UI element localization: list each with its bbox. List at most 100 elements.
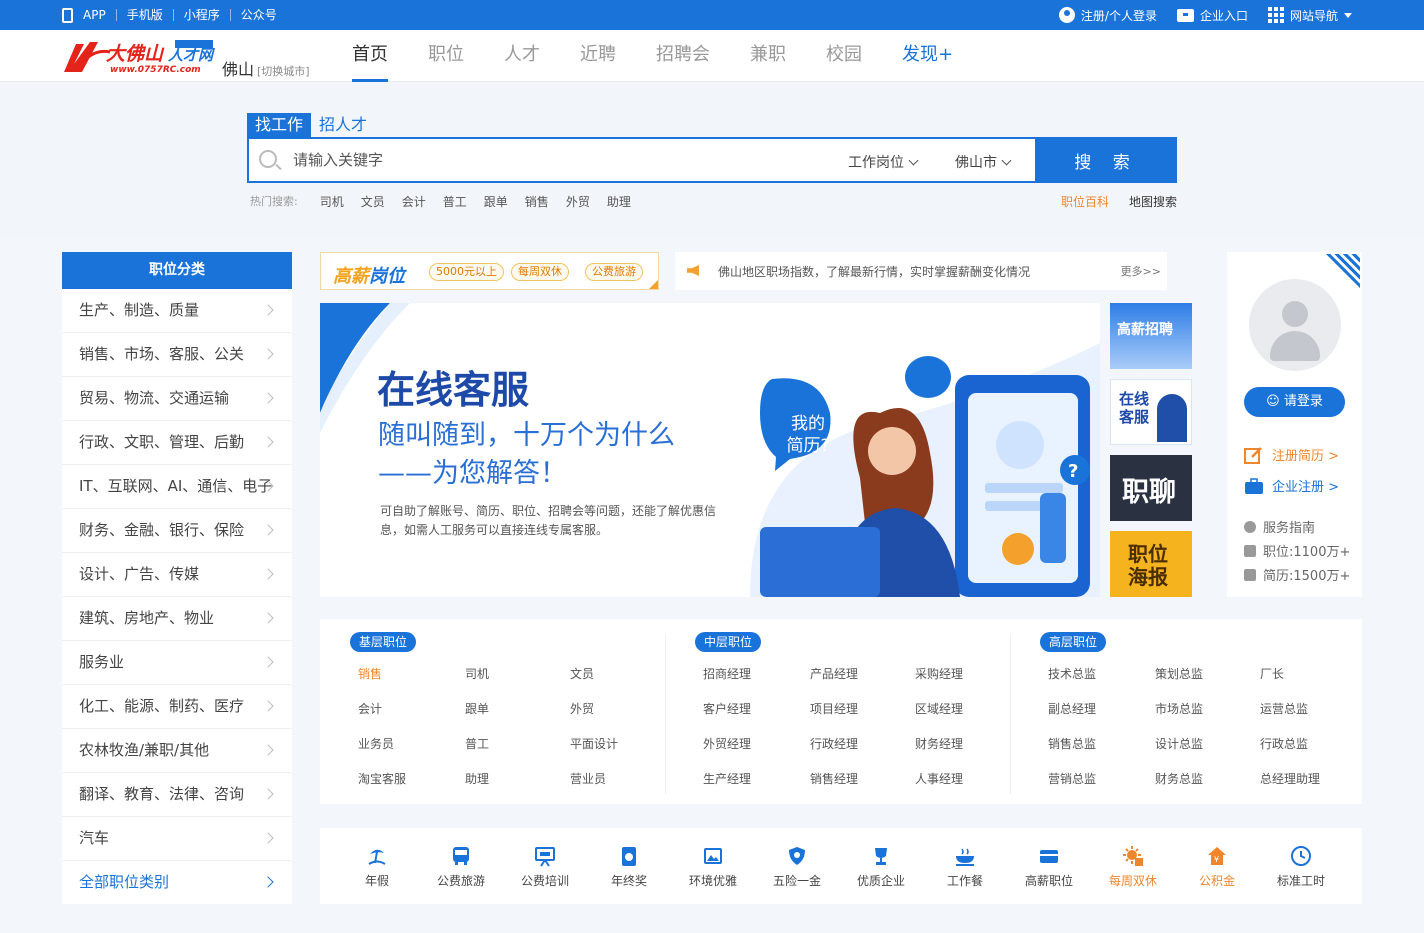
- hot-word[interactable]: 外贸: [566, 193, 590, 210]
- job-level-link[interactable]: 厂长: [1260, 665, 1284, 682]
- job-level-link[interactable]: 财务总监: [1155, 770, 1203, 787]
- category-item[interactable]: 建筑、房地产、物业: [62, 597, 292, 641]
- position-select[interactable]: 工作岗位: [848, 152, 919, 172]
- tab-find-job[interactable]: 找工作: [247, 113, 312, 137]
- category-item[interactable]: 服务业: [62, 641, 292, 685]
- hot-word[interactable]: 销售: [525, 193, 549, 210]
- hot-word[interactable]: 普工: [443, 193, 467, 210]
- job-level-link[interactable]: 文员: [570, 665, 594, 682]
- search-input[interactable]: [293, 147, 793, 173]
- category-item[interactable]: 贸易、物流、交通运输: [62, 377, 292, 421]
- job-level-link[interactable]: 外贸: [570, 700, 594, 717]
- job-level-link[interactable]: 销售经理: [810, 770, 858, 787]
- job-level-link[interactable]: 外贸经理: [703, 735, 751, 752]
- category-item[interactable]: 化工、能源、制药、医疗: [62, 685, 292, 729]
- promo-tag[interactable]: 公费旅游: [585, 263, 643, 281]
- top-link-mobile[interactable]: 手机版: [115, 9, 173, 21]
- thumb-high-salary[interactable]: 高薪招聘: [1110, 303, 1192, 369]
- hot-word[interactable]: 助理: [607, 193, 631, 210]
- job-level-link[interactable]: 助理: [465, 770, 489, 787]
- job-level-link[interactable]: 客户经理: [703, 700, 751, 717]
- thumb-job-chat[interactable]: 职聊: [1110, 455, 1192, 521]
- job-level-link[interactable]: 区域经理: [915, 700, 963, 717]
- job-level-link[interactable]: 招商经理: [703, 665, 751, 682]
- job-level-link[interactable]: 设计总监: [1155, 735, 1203, 752]
- top-link-miniprogram[interactable]: 小程序: [172, 9, 230, 21]
- job-level-link[interactable]: 销售: [358, 665, 382, 682]
- high-salary-promo[interactable]: 高薪岗位 5000元以上 每周双休 公费旅游: [320, 252, 659, 290]
- job-level-link[interactable]: 业务员: [358, 735, 394, 752]
- top-link-official-account[interactable]: 公众号: [229, 9, 287, 21]
- job-level-link[interactable]: 副总经理: [1048, 700, 1096, 717]
- job-level-link[interactable]: 营业员: [570, 770, 606, 787]
- benefit-item[interactable]: 标准工时: [1259, 828, 1343, 889]
- job-level-link[interactable]: 销售总监: [1048, 735, 1096, 752]
- nav-jobs[interactable]: 职位: [428, 30, 464, 82]
- benefit-item[interactable]: 高薪职位: [1007, 828, 1091, 889]
- notice-more-link[interactable]: 更多>>: [1121, 263, 1161, 279]
- login-button[interactable]: ☺ 请登录: [1244, 387, 1345, 417]
- job-level-link[interactable]: 技术总监: [1048, 665, 1096, 682]
- benefit-item[interactable]: 每周双休: [1091, 828, 1175, 889]
- job-encyclopedia-link[interactable]: 职位百科: [1061, 193, 1109, 210]
- job-level-link[interactable]: 普工: [465, 735, 489, 752]
- benefit-item[interactable]: ¥ 公积金: [1175, 828, 1259, 889]
- nav-discover[interactable]: 发现+: [902, 30, 953, 82]
- category-item[interactable]: 翻译、教育、法律、咨询: [62, 773, 292, 817]
- tab-find-talent[interactable]: 招人才: [311, 113, 375, 137]
- all-categories-link[interactable]: 全部职位类别: [62, 861, 292, 905]
- promo-tag[interactable]: 每周双休: [511, 263, 569, 281]
- hot-word[interactable]: 跟单: [484, 193, 508, 210]
- job-level-link[interactable]: 人事经理: [915, 770, 963, 787]
- register-resume-link[interactable]: 注册简历 >: [1244, 445, 1339, 464]
- nav-campus[interactable]: 校园: [826, 30, 862, 82]
- main-banner[interactable]: ? 在线客服 随叫随到，十万个为什么 ——为您解答！ 可自助了解账号、简历、职位…: [320, 303, 1100, 597]
- job-level-link[interactable]: 会计: [358, 700, 382, 717]
- enterprise-link[interactable]: 企业入口: [1176, 7, 1248, 24]
- nav-home[interactable]: 首页: [352, 30, 388, 82]
- category-item[interactable]: 财务、金融、银行、保险: [62, 509, 292, 553]
- service-guide-link[interactable]: 服务指南: [1244, 517, 1315, 536]
- benefit-item[interactable]: 年终奖: [587, 828, 671, 889]
- job-level-link[interactable]: 市场总监: [1155, 700, 1203, 717]
- nav-job-fair[interactable]: 招聘会: [656, 30, 710, 82]
- category-item[interactable]: 汽车: [62, 817, 292, 861]
- job-level-link[interactable]: 平面设计: [570, 735, 618, 752]
- login-link[interactable]: 注册/个人登录: [1058, 7, 1157, 24]
- benefit-item[interactable]: 环境优雅: [671, 828, 755, 889]
- search-button[interactable]: 搜 索: [1035, 137, 1177, 183]
- qr-code-icon[interactable]: [1326, 254, 1360, 288]
- nav-recent[interactable]: 近聘: [580, 30, 616, 82]
- hot-word[interactable]: 司机: [320, 193, 344, 210]
- nav-talent[interactable]: 人才: [504, 30, 540, 82]
- benefit-item[interactable]: 优质企业: [839, 828, 923, 889]
- benefit-item[interactable]: 五险一金: [755, 828, 839, 889]
- job-level-link[interactable]: 总经理助理: [1260, 770, 1320, 787]
- job-level-link[interactable]: 产品经理: [810, 665, 858, 682]
- hot-word[interactable]: 文员: [361, 193, 385, 210]
- job-level-link[interactable]: 运营总监: [1260, 700, 1308, 717]
- city-select[interactable]: 佛山市: [955, 152, 1012, 172]
- job-level-link[interactable]: 跟单: [465, 700, 489, 717]
- category-item[interactable]: 销售、市场、客服、公关: [62, 333, 292, 377]
- benefit-item[interactable]: 工作餐: [923, 828, 1007, 889]
- category-item[interactable]: 生产、制造、质量: [62, 289, 292, 333]
- nav-part-time[interactable]: 兼职: [750, 30, 786, 82]
- map-search-link[interactable]: 地图搜索: [1129, 193, 1177, 210]
- job-level-link[interactable]: 生产经理: [703, 770, 751, 787]
- benefit-item[interactable]: 年假: [335, 828, 419, 889]
- site-nav-dropdown[interactable]: 网站导航: [1267, 7, 1352, 24]
- job-level-link[interactable]: 淘宝客服: [358, 770, 406, 787]
- category-item[interactable]: 农林牧渔/兼职/其他: [62, 729, 292, 773]
- job-level-link[interactable]: 行政经理: [810, 735, 858, 752]
- thumb-job-poster[interactable]: 职位海报: [1110, 531, 1192, 597]
- notice-text[interactable]: 佛山地区职场指数，了解最新行情，实时掌握薪酬变化情况: [718, 263, 1030, 280]
- job-level-link[interactable]: 司机: [465, 665, 489, 682]
- job-level-link[interactable]: 策划总监: [1155, 665, 1203, 682]
- job-level-link[interactable]: 营销总监: [1048, 770, 1096, 787]
- site-logo[interactable]: 大佛山 人才网 www.0757RC.com: [62, 38, 217, 76]
- hot-word[interactable]: 会计: [402, 193, 426, 210]
- category-item[interactable]: 行政、文职、管理、后勤: [62, 421, 292, 465]
- top-link-app[interactable]: APP: [83, 9, 116, 21]
- category-item[interactable]: 设计、广告、传媒: [62, 553, 292, 597]
